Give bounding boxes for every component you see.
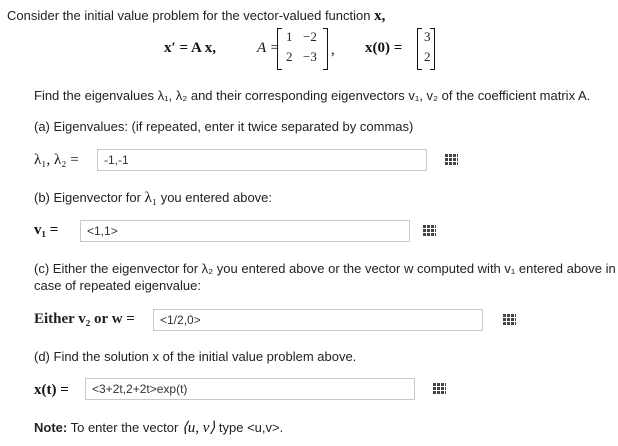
eigenvalues-input[interactable] [97, 149, 427, 171]
part-c-prompt-line1: (c) Either the eigenvector for λ₂ you en… [34, 261, 616, 276]
solution-input[interactable] [85, 378, 415, 400]
matrix-a12: −2 [303, 29, 317, 44]
grid-icon[interactable] [433, 383, 446, 394]
grid-icon[interactable] [503, 314, 516, 325]
part-c-label: Either v₂ or w = [34, 311, 135, 327]
matrix-right-bracket [323, 28, 328, 70]
part-c-prompt-line2: case of repeated eigenvalue: [34, 278, 201, 293]
part-b-label: v₁ = [34, 222, 59, 238]
equation-comma: , [331, 42, 335, 58]
part-b-prompt: (b) Eigenvector for λ₁ you entered above… [34, 190, 273, 206]
intro-sentence: Consider the initial value problem for t… [7, 8, 371, 23]
matrix-a22: −3 [303, 49, 317, 64]
v2-or-w-input[interactable] [153, 309, 483, 331]
grid-icon[interactable] [445, 154, 458, 165]
part-a-label: λ₁, λ₂ = [34, 152, 79, 168]
note-text: Note: To enter the vector ⟨u, v⟩ type <u… [34, 420, 284, 436]
part-d-label: x(t) = [34, 382, 69, 398]
grid-icon[interactable] [423, 225, 436, 236]
intro-text: Consider the initial value problem for t… [7, 8, 385, 25]
eigenvector-v1-input[interactable] [80, 220, 410, 242]
intro-variable: x, [374, 8, 386, 24]
matrix-a11: 1 [286, 29, 293, 44]
matrix-a21: 2 [286, 49, 293, 64]
x0-left-bracket [417, 28, 422, 70]
x0-label: x(0) = [365, 40, 403, 56]
equation-lhs: x′ = A x, [164, 40, 216, 56]
matrix-left-bracket [277, 28, 282, 70]
instruction-text: Find the eigenvalues λ₁, λ₂ and their co… [34, 88, 591, 103]
part-d-prompt: (d) Find the solution x of the initial v… [34, 349, 357, 364]
part-a-prompt: (a) Eigenvalues: (if repeated, enter it … [34, 119, 414, 134]
x0-right-bracket [430, 28, 435, 70]
